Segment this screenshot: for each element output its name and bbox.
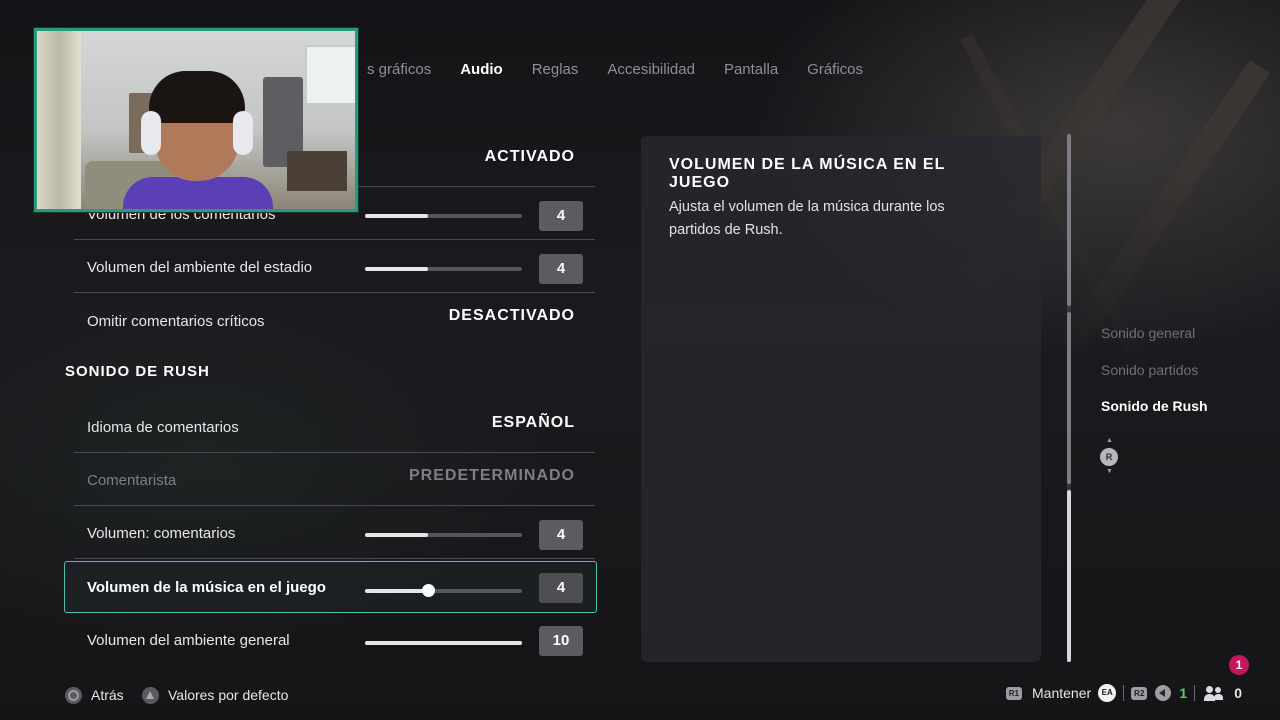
- setting-label: Comentarista: [87, 472, 177, 489]
- setting-row-ambient-volume[interactable]: Volumen del ambiente general 10: [74, 614, 595, 667]
- setting-row-skip-critical[interactable]: Omitir comentarios críticos DESACTIVADO: [74, 293, 595, 346]
- info-panel: VOLUMEN DE LA MÚSICA EN EL JUEGO Ajusta …: [641, 136, 1041, 662]
- setting-row-game-music-volume[interactable]: Volumen de la música en el juego 4: [64, 561, 597, 613]
- triangle-button-icon: [142, 686, 159, 704]
- setting-number: 10: [539, 626, 583, 656]
- setting-row-commentary-language[interactable]: Idioma de comentarios ESPAÑOL: [74, 400, 595, 453]
- section-scrollbar[interactable]: [1067, 134, 1071, 662]
- tab-audio[interactable]: Audio: [460, 60, 503, 82]
- setting-number: 4: [539, 201, 583, 231]
- setting-label: Idioma de comentarios: [87, 419, 239, 436]
- voice-chat-icon: [1155, 685, 1172, 701]
- arrow-down-icon: ▼: [1106, 468, 1113, 475]
- tab-graficos-partial[interactable]: s gráficos: [367, 60, 431, 82]
- right-stick-hint: ▲ R ▼: [1100, 437, 1120, 478]
- setting-value: DESACTIVADO: [448, 307, 575, 324]
- settings-tabs: s gráficos Audio Reglas Accesibilidad Pa…: [367, 60, 892, 82]
- info-title: VOLUMEN DE LA MÚSICA EN EL JUEGO: [669, 156, 946, 191]
- slider-knob[interactable]: [421, 584, 435, 597]
- volume-slider[interactable]: [365, 214, 522, 218]
- tab-pantalla[interactable]: Pantalla: [724, 60, 778, 82]
- divider: [1194, 685, 1196, 701]
- setting-value: PREDETERMINADO: [408, 467, 575, 484]
- party-count: 0: [1234, 685, 1242, 701]
- volume-slider[interactable]: [365, 641, 522, 645]
- section-title: SONIDO DE RUSH: [65, 363, 210, 380]
- party-icon: [1204, 685, 1224, 701]
- setting-row-commentator: Comentarista PREDETERMINADO: [74, 453, 595, 506]
- setting-label: Volumen: comentarios: [87, 525, 236, 542]
- setting-label: Volumen del ambiente general: [87, 632, 290, 649]
- volume-slider[interactable]: [365, 584, 522, 597]
- setting-value: ESPAÑOL: [491, 414, 575, 431]
- voice-count: 1: [1179, 685, 1188, 701]
- setting-number: 4: [539, 254, 583, 284]
- volume-slider[interactable]: [365, 533, 522, 537]
- circle-button-icon: [65, 686, 82, 704]
- r-stick-icon: R: [1100, 448, 1118, 466]
- tab-graficos[interactable]: Gráficos: [807, 60, 863, 82]
- r2-button-icon: R2: [1131, 686, 1148, 700]
- setting-label: Volumen del ambiente del estadio: [87, 259, 313, 276]
- defaults-label: Valores por defecto: [168, 687, 289, 703]
- footer-status: R1 Mantener EA R2 1 0: [1005, 683, 1242, 703]
- setting-row-stadium-volume[interactable]: Volumen del ambiente del estadio 4: [74, 240, 595, 293]
- scrollbar-thumb[interactable]: [1067, 490, 1071, 662]
- notification-badge[interactable]: 1: [1229, 655, 1249, 675]
- divider: [1123, 685, 1125, 701]
- tab-accesibilidad[interactable]: Accesibilidad: [607, 60, 695, 82]
- hold-label[interactable]: Mantener: [1032, 685, 1091, 701]
- ea-logo-icon: EA: [1098, 684, 1117, 702]
- setting-label: Volumen de la música en el juego: [87, 579, 326, 596]
- webcam-overlay: [34, 28, 358, 212]
- r1-button-icon: R1: [1005, 686, 1023, 700]
- arrow-up-icon: ▲: [1106, 437, 1113, 444]
- volume-slider[interactable]: [365, 267, 522, 271]
- defaults-button[interactable]: Valores por defecto: [142, 685, 288, 705]
- nav-sonido-partidos[interactable]: Sonido partidos: [1101, 362, 1198, 378]
- setting-number: 4: [539, 573, 583, 603]
- back-label: Atrás: [91, 687, 124, 703]
- webcam-feed: [37, 31, 355, 209]
- setting-row-rush-commentary-volume[interactable]: Volumen: comentarios 4: [74, 506, 595, 559]
- info-description: Ajusta el volumen de la música durante l…: [669, 199, 945, 238]
- setting-label: Omitir comentarios críticos: [87, 313, 265, 330]
- nav-sonido-general[interactable]: Sonido general: [1101, 325, 1195, 341]
- nav-sonido-rush[interactable]: Sonido de Rush: [1101, 398, 1208, 414]
- back-button[interactable]: Atrás: [65, 685, 124, 705]
- setting-value: ACTIVADO: [484, 148, 575, 165]
- setting-number: 4: [539, 520, 583, 550]
- tab-reglas[interactable]: Reglas: [532, 60, 579, 82]
